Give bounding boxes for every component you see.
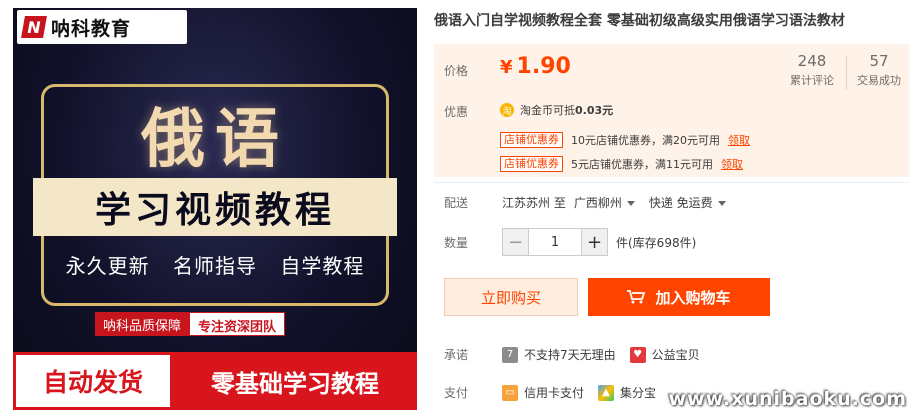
image-bottom-banner: 自动发货 零基础学习教程: [13, 352, 417, 410]
destination-value: 广西柳州: [573, 195, 622, 210]
quantity-input[interactable]: [529, 229, 581, 255]
service-text: 公益宝贝: [651, 348, 700, 362]
credit-card-payment[interactable]: ▭ 信用卡支付: [502, 384, 584, 401]
feature-item: 名师指导: [173, 254, 257, 278]
charity-service[interactable]: ♥ 公益宝贝: [629, 346, 700, 363]
coupon-text: 10元店铺优惠券，满20元可用: [571, 134, 720, 147]
banner-left: 自动发货: [13, 352, 173, 410]
price-panel: 价格 ¥1.90 248 累计评论 57 交易成功 优惠 淘 淘金币可抵 0.03…: [434, 44, 909, 177]
taobao-coin-icon: 淘: [500, 103, 514, 117]
cart-icon: [627, 290, 646, 304]
service-text: 不支持7天无理由: [524, 348, 616, 362]
coupon-tag: 店铺优惠券: [500, 132, 563, 148]
logo-text: 呐科教育: [51, 17, 132, 40]
product-title: 俄语入门自学视频教程全套 零基础初级高级实用俄语学习语法教材: [434, 13, 845, 29]
currency-symbol: ¥: [500, 57, 513, 78]
coin-promo: 淘 淘金币可抵 0.03元: [500, 102, 613, 118]
payment-text: 信用卡支付: [524, 386, 585, 400]
banner-right: 零基础学习教程: [173, 352, 417, 410]
stat-divider: [846, 56, 847, 90]
feature-item: 永久更新: [65, 254, 150, 278]
guarantee-left: 呐科品质保障: [95, 312, 190, 336]
shipping-method-value: 快递 免运费: [648, 195, 713, 210]
image-big-title: 俄语: [141, 103, 289, 177]
promise-row: 承诺 7 不支持7天无理由 ♥ 公益宝贝: [434, 346, 714, 363]
price-value: ¥1.90: [500, 54, 571, 79]
no-return-service[interactable]: 7 不支持7天无理由: [502, 346, 616, 363]
seven-day-icon: 7: [502, 346, 518, 363]
logo-mark: N: [21, 16, 47, 38]
image-subtitle-banner: 学习视频教程: [33, 178, 397, 236]
coin-text: 淘金币可抵: [520, 104, 575, 117]
decrease-button[interactable]: −: [503, 229, 529, 255]
reviews-label: 累计评论: [790, 74, 834, 87]
coupon-tag: 店铺优惠券: [500, 156, 563, 172]
coin-amount: 0.03元: [575, 104, 614, 117]
price-label: 价格: [444, 64, 469, 78]
ship-from: 江苏苏州 至: [502, 195, 566, 210]
feature-item: 自学教程: [280, 254, 365, 278]
image-subtitle: 学习视频教程: [94, 190, 335, 231]
product-image[interactable]: N 呐科教育 俄语 学习视频教程 永久更新 名师指导 自学教程 呐科品质保障 专…: [13, 8, 417, 410]
image-features: 永久更新 名师指导 自学教程: [13, 250, 417, 279]
payment-text: 集分宝: [620, 386, 657, 400]
coupon-claim-link[interactable]: 领取: [721, 156, 743, 172]
coupon-text: 5元店铺优惠券，满11元可用: [571, 158, 713, 171]
payment-label: 支付: [444, 386, 469, 400]
price-amount: 1.90: [516, 54, 571, 79]
promo-label: 优惠: [444, 105, 469, 119]
increase-button[interactable]: +: [581, 229, 607, 255]
buy-now-button[interactable]: 立即购买: [444, 278, 578, 316]
site-watermark: www.xunibaoku.com: [668, 388, 907, 410]
sales-label: 交易成功: [857, 74, 901, 87]
quantity-row: 数量 − + 件(库存698件): [434, 228, 696, 256]
chevron-down-icon: [717, 200, 726, 206]
add-to-cart-label: 加入购物车: [655, 288, 731, 307]
jifenbao-icon: ▲: [598, 384, 615, 401]
charity-heart-icon: ♥: [629, 346, 646, 363]
stock-text: 件(库存698件): [616, 235, 697, 250]
shipping-method-dropdown[interactable]: 快递 免运费: [649, 194, 726, 211]
jifenbao-payment[interactable]: ▲ 集分宝: [598, 384, 656, 401]
destination-dropdown[interactable]: 广西柳州: [574, 194, 635, 211]
credit-card-icon: ▭: [502, 384, 518, 401]
chevron-down-icon: [626, 200, 635, 206]
quantity-label: 数量: [444, 235, 469, 250]
sales-count: 57: [869, 52, 889, 70]
payment-row: 支付 ▭ 信用卡支付 ▲ 集分宝: [434, 384, 670, 401]
section-divider: [434, 182, 909, 183]
guarantee-badge: 呐科品质保障 专注资深团队: [95, 312, 286, 336]
promise-label: 承诺: [444, 348, 469, 362]
reviews-count: 248: [797, 52, 827, 70]
coupon-row: 店铺优惠券 5元店铺优惠券，满11元可用 领取: [500, 156, 743, 172]
brand-logo: N 呐科教育: [17, 10, 187, 44]
shipping-row: 配送 江苏苏州 至 广西柳州 快递 免运费: [434, 190, 909, 214]
add-to-cart-button[interactable]: 加入购物车: [588, 278, 770, 316]
reviews-stat[interactable]: 248 累计评论: [784, 52, 840, 88]
sales-stat: 57 交易成功: [850, 52, 908, 88]
guarantee-right: 专注资深团队: [189, 312, 286, 336]
shipping-label: 配送: [444, 195, 469, 210]
coupon-row: 店铺优惠券 10元店铺优惠券，满20元可用 领取: [500, 132, 750, 148]
coupon-claim-link[interactable]: 领取: [728, 132, 750, 148]
quantity-stepper: − +: [502, 228, 608, 256]
